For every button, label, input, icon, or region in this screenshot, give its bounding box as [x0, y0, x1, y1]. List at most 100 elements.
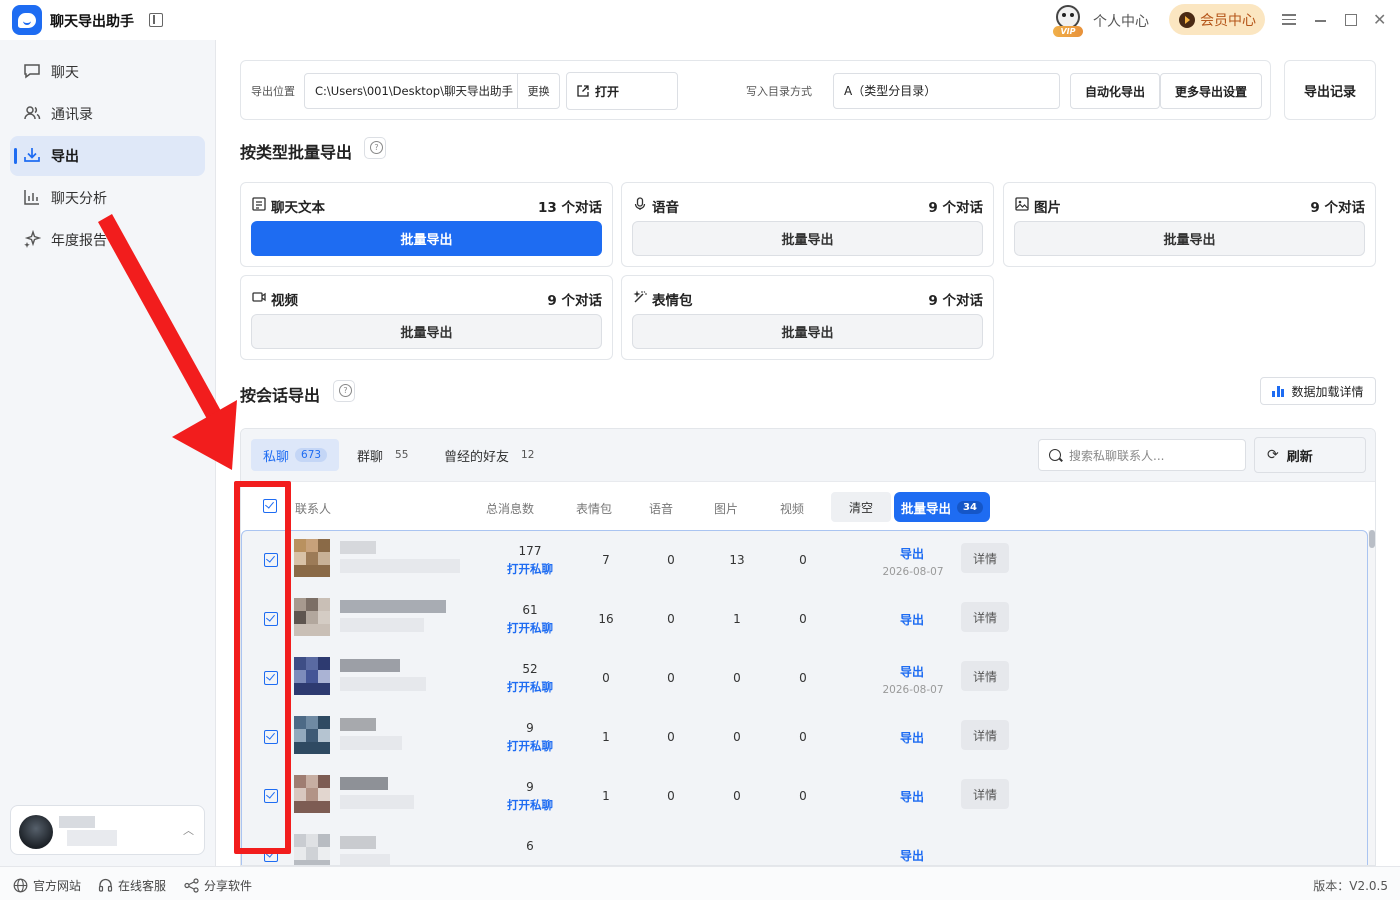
sidebar-collapse-icon[interactable] — [149, 13, 163, 27]
help-icon[interactable] — [333, 380, 355, 402]
table-row[interactable]: 177 打开私聊 7 0 13 0 导出 2026-08-07 详情 — [242, 531, 1367, 590]
sidebar-item-chat-analysis[interactable]: 聊天分析 — [10, 178, 205, 218]
count-emoji: 16 — [598, 612, 614, 626]
menu-icon[interactable] — [1282, 12, 1298, 28]
open-chat-link[interactable]: 打开私聊 — [500, 620, 560, 636]
export-row-link[interactable]: 导出 — [882, 788, 942, 805]
user-account-card[interactable]: ︿ — [10, 805, 205, 855]
export-row-link[interactable]: 导出 — [882, 847, 942, 864]
batch-export-sticker-button[interactable]: 批量导出 — [632, 314, 983, 349]
table-header: 联系人 总消息数 表情包 语音 图片 视频 清空 批量导出 34 — [241, 482, 1375, 530]
count-image: 13 — [729, 553, 745, 567]
type-name: 表情包 — [652, 293, 693, 309]
count-voice: 0 — [667, 730, 675, 744]
minimize-icon[interactable] — [1313, 12, 1329, 28]
clear-selection-button[interactable]: 清空 — [831, 492, 891, 522]
data-load-detail-button[interactable]: 数据加载详情 — [1260, 377, 1376, 405]
maximize-icon[interactable] — [1343, 12, 1359, 28]
detail-button[interactable]: 详情 — [961, 602, 1009, 632]
batch-export-image-button[interactable]: 批量导出 — [1014, 221, 1365, 256]
sidebar-item-export[interactable]: 导出 — [10, 136, 205, 176]
change-path-button[interactable]: 更换 — [517, 74, 559, 108]
batch-export-video-button[interactable]: 批量导出 — [251, 314, 602, 349]
col-contact: 联系人 — [295, 502, 332, 516]
contact-avatar-blurred — [294, 539, 330, 577]
count-video: 0 — [799, 553, 807, 567]
sidebar-item-contacts[interactable]: 通讯录 — [10, 94, 205, 134]
batch-export-label: 批量导出 — [901, 500, 952, 516]
contact-avatar-blurred — [294, 775, 330, 813]
table-row[interactable]: 61 打开私聊 16 0 1 0 导出 详情 — [242, 590, 1367, 649]
sidebar-item-annual-report[interactable]: 年度报告 — [10, 220, 205, 260]
share-software-link[interactable]: 分享软件 — [183, 877, 252, 894]
export-path-field[interactable]: C:\Users\001\Desktop\聊天导出助手 更换 — [304, 73, 560, 109]
search-input[interactable]: 搜索私聊联系人... — [1038, 439, 1246, 471]
official-website-link[interactable]: 官方网站 — [12, 877, 81, 894]
close-icon[interactable]: ✕ — [1373, 12, 1389, 28]
session-panel-header: 私聊 673 群聊 55 曾经的好友 12 搜索私聊联系人... ⟳ 刷新 — [241, 429, 1375, 482]
online-support-link[interactable]: 在线客服 — [97, 877, 166, 894]
member-center-button[interactable]: 会员中心 — [1169, 4, 1265, 35]
personal-center-link[interactable]: 个人中心 — [1093, 11, 1149, 31]
detail-button[interactable]: 详情 — [961, 720, 1009, 750]
official-website-label: 官方网站 — [33, 879, 82, 893]
auto-export-button[interactable]: 自动化导出 — [1070, 73, 1160, 109]
more-export-settings-button[interactable]: 更多导出设置 — [1160, 73, 1262, 109]
tab-label: 曾经的好友 — [444, 449, 510, 465]
table-row[interactable]: 9 打开私聊 1 0 0 0 导出 详情 — [242, 767, 1367, 826]
data-load-detail-label: 数据加载详情 — [1291, 384, 1364, 399]
tab-count: 673 — [295, 448, 328, 462]
open-chat-link[interactable]: 打开私聊 — [500, 797, 560, 813]
vip-avatar[interactable]: VIP — [1052, 5, 1084, 37]
contact-name-blurred — [340, 718, 376, 731]
contact-subtext-blurred — [340, 854, 390, 865]
count-video: 0 — [799, 612, 807, 626]
chevron-up-icon[interactable]: ︿ — [183, 822, 194, 838]
type-name: 语音 — [652, 200, 679, 216]
export-row-link[interactable]: 导出 — [882, 611, 942, 628]
count-image: 0 — [733, 789, 741, 803]
batch-export-text-button[interactable]: 批量导出 — [251, 221, 602, 256]
refresh-button[interactable]: ⟳ 刷新 — [1254, 437, 1366, 473]
search-placeholder: 搜索私聊联系人... — [1069, 448, 1165, 463]
scrollbar[interactable] — [1368, 530, 1375, 865]
last-export-date: 2026-08-07 — [882, 566, 944, 578]
count-emoji: 0 — [602, 671, 610, 685]
help-icon[interactable] — [364, 137, 386, 159]
detail-button[interactable]: 详情 — [961, 779, 1009, 809]
title-bar: 聊天导出助手 VIP 个人中心 会员中心 ✕ — [0, 0, 1400, 40]
count-voice: 0 — [667, 612, 675, 626]
count-emoji: 1 — [602, 789, 610, 803]
export-record-button[interactable]: 导出记录 — [1284, 60, 1376, 120]
open-folder-button[interactable]: 打开 — [566, 72, 678, 110]
detail-button[interactable]: 详情 — [961, 543, 1009, 573]
contact-name-blurred — [340, 659, 400, 672]
tab-private-chat[interactable]: 私聊 673 — [251, 439, 340, 471]
sidebar-item-chat[interactable]: 聊天 — [10, 52, 205, 92]
download-icon — [22, 146, 42, 166]
contact-avatar-blurred — [294, 834, 330, 865]
scrollbar-thumb[interactable] — [1369, 530, 1375, 548]
table-row[interactable]: 6 导出 — [242, 826, 1367, 865]
open-chat-link[interactable]: 打开私聊 — [500, 738, 560, 754]
tab-former-friends[interactable]: 曾经的好友 12 — [432, 439, 552, 471]
open-chat-link[interactable]: 打开私聊 — [500, 561, 560, 577]
dir-mode-select[interactable]: A（类型分目录） — [833, 73, 1060, 109]
detail-button[interactable]: 详情 — [961, 661, 1009, 691]
contact-subtext-blurred — [340, 677, 426, 691]
batch-export-selected-button[interactable]: 批量导出 34 — [894, 492, 990, 522]
export-row-link[interactable]: 导出 — [882, 663, 942, 680]
export-row-link[interactable]: 导出 — [882, 545, 942, 562]
export-row-link[interactable]: 导出 — [882, 729, 942, 746]
batch-export-voice-button[interactable]: 批量导出 — [632, 221, 983, 256]
vip-badge: VIP — [1053, 26, 1083, 37]
type-card-image: 图片 9 个对话 批量导出 — [1003, 182, 1376, 267]
username-blurred — [59, 816, 95, 828]
col-video: 视频 — [780, 502, 805, 516]
open-chat-link[interactable]: 打开私聊 — [500, 679, 560, 695]
count-emoji: 1 — [602, 730, 610, 744]
table-row[interactable]: 9 打开私聊 1 0 0 0 导出 详情 — [242, 708, 1367, 767]
table-row[interactable]: 52 打开私聊 0 0 0 0 导出 2026-08-07 详情 — [242, 649, 1367, 708]
tab-group-chat[interactable]: 群聊 55 — [345, 439, 426, 471]
session-panel: 私聊 673 群聊 55 曾经的好友 12 搜索私聊联系人... ⟳ 刷新 联系 — [240, 428, 1376, 866]
